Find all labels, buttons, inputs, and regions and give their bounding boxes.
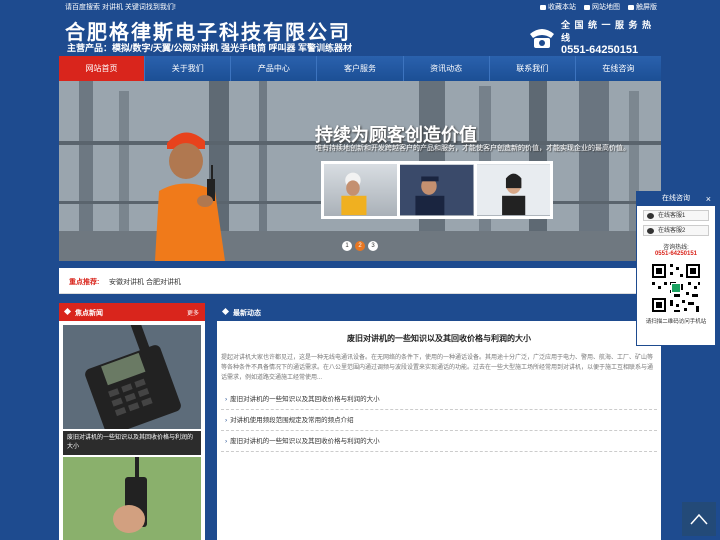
hero-banner[interactable]: 持续为顾客创造价值 唯有持续地创新和开发跨越客户的产品和服务，才能使客户创造新的… bbox=[59, 81, 661, 261]
site-header: 合肥格律斯电子科技有限公司 主营产品：模拟/数字/天翼/公网对讲机 强光手电筒 … bbox=[59, 12, 661, 68]
nav-products[interactable]: 产品中心 bbox=[231, 56, 318, 81]
nav-service[interactable]: 客户服务 bbox=[317, 56, 404, 81]
latest-news-header: 最新动态 bbox=[217, 303, 661, 321]
news-list: 废旧对讲机的一些知识以及其回收价格与利润的大小 对讲机使用频段范围规定及常用的频… bbox=[221, 389, 657, 452]
chat-scan-hint: 请扫描二维码访问手机站 bbox=[645, 319, 707, 325]
nav-about[interactable]: 关于我们 bbox=[145, 56, 232, 81]
banner-subtitle: 唯有持续地创新和开发跨越客户的产品和服务，才能使客户创造新的价值，才能实现企业的… bbox=[315, 145, 630, 152]
nav-contact[interactable]: 联系我们 bbox=[490, 56, 576, 81]
list-item[interactable]: 对讲机使用频段范围规定及常用的频点介绍 bbox=[221, 410, 657, 431]
top-links: 收藏本站 网站地图 触屏版 bbox=[540, 2, 657, 12]
hotline-phone: 0551-64250151 bbox=[561, 44, 639, 56]
chat-agent-1-label: 在线客服1 bbox=[658, 213, 686, 219]
banner-dot-1[interactable]: 1 bbox=[342, 241, 352, 251]
mobile-link[interactable]: 触屏版 bbox=[628, 2, 657, 12]
news-image-hand-radio[interactable] bbox=[63, 457, 201, 540]
banner-thumb-worker bbox=[324, 164, 398, 216]
online-consult-widget: 在线咨询 × 在线客服1 在线客服2 咨询热线: 0551-64250151 请… bbox=[636, 191, 716, 346]
banner-dot-2[interactable]: 2 bbox=[355, 241, 365, 251]
qr-code bbox=[650, 262, 702, 314]
chat-agent-1-button[interactable]: 在线客服1 bbox=[643, 210, 709, 221]
keyword-bar: 重点推荐: 安徽对讲机 合肥对讲机 bbox=[59, 268, 661, 294]
bullet-icon bbox=[63, 307, 72, 316]
qq-icon bbox=[647, 228, 654, 234]
worker-with-radio-image bbox=[155, 132, 225, 261]
nav-news[interactable]: 资讯动态 bbox=[404, 56, 490, 81]
chat-hotline-number: 0551-64250151 bbox=[654, 251, 698, 257]
bookmark-link[interactable]: 收藏本站 bbox=[540, 2, 576, 12]
article-summary: 提起对讲机大家也许都见过，这是一种无线电通讯设备。在无网络的条件下，使用的一种通… bbox=[221, 355, 654, 381]
chevron-up-icon bbox=[690, 513, 708, 525]
bookmark-icon bbox=[540, 4, 546, 10]
phone-icon bbox=[530, 29, 554, 48]
page-frame: 请百度搜索 对讲机 关键词找到我们! 收藏本站 网站地图 触屏版 合肥格律斯电子… bbox=[59, 0, 661, 540]
qq-icon bbox=[647, 213, 654, 219]
banner-thumb-businesswoman bbox=[476, 164, 550, 216]
news-image-radio[interactable] bbox=[63, 325, 201, 429]
chat-title: 在线咨询 bbox=[662, 195, 690, 202]
list-item[interactable]: 废旧对讲机的一些知识以及其回收价格与利润的大小 bbox=[221, 431, 657, 452]
chat-agent-2-button[interactable]: 在线客服2 bbox=[643, 225, 709, 236]
chat-header: 在线咨询 × bbox=[637, 192, 715, 206]
focus-news-panel: 焦点新闻 更多 废旧对讲机的一些知识以及其回收价格与利润的大小 bbox=[59, 303, 205, 540]
hotline-label: 全 国 统 一 服 务 热 线 bbox=[561, 20, 653, 43]
bullet-icon bbox=[221, 307, 230, 316]
keyword-links[interactable]: 安徽对讲机 合肥对讲机 bbox=[109, 277, 181, 287]
latest-news-panel: 最新动态 废旧对讲机的一些知识以及其回收价格与利润的大小 提起对讲机大家也许都见… bbox=[217, 303, 661, 540]
banner-dot-3[interactable]: 3 bbox=[368, 241, 378, 251]
close-icon[interactable]: × bbox=[706, 192, 711, 206]
back-to-top-button[interactable] bbox=[682, 502, 716, 536]
nav-home[interactable]: 网站首页 bbox=[59, 56, 146, 81]
search-hint: 请百度搜索 对讲机 关键词找到我们! bbox=[65, 4, 176, 11]
focus-news-header: 焦点新闻 更多 bbox=[59, 303, 205, 321]
banner-pager: 1 2 3 bbox=[342, 241, 378, 251]
banner-thumb-officer bbox=[400, 164, 474, 216]
sitemap-link[interactable]: 网站地图 bbox=[584, 2, 620, 12]
main-nav: 网站首页 关于我们 产品中心 客户服务 资讯动态 联系我们 在线咨询 bbox=[59, 56, 661, 81]
list-item[interactable]: 废旧对讲机的一些知识以及其回收价格与利润的大小 bbox=[221, 389, 657, 410]
latest-news-title: 最新动态 bbox=[233, 310, 261, 317]
mobile-icon bbox=[628, 4, 634, 10]
article-title[interactable]: 废旧对讲机的一些知识以及其回收价格与利润的大小 bbox=[217, 333, 661, 344]
focus-news-title: 焦点新闻 bbox=[75, 310, 103, 317]
more-link[interactable]: 更多 bbox=[187, 308, 199, 317]
chat-agent-2-label: 在线客服2 bbox=[658, 228, 686, 234]
chat-hotline-label: 咨询热线: bbox=[663, 245, 689, 251]
banner-thumbnails bbox=[321, 161, 553, 219]
keyword-label: 重点推荐: bbox=[69, 279, 100, 286]
main-products: 主营产品：模拟/数字/天翼/公网对讲机 强光手电筒 呼叫器 军警训练器材 bbox=[67, 43, 353, 53]
top-bar: 请百度搜索 对讲机 关键词找到我们! 收藏本站 网站地图 触屏版 bbox=[59, 0, 661, 12]
news-caption[interactable]: 废旧对讲机的一些知识以及其回收价格与利润的大小 bbox=[63, 431, 201, 455]
sitemap-icon bbox=[584, 4, 590, 10]
nav-consult[interactable]: 在线咨询 bbox=[576, 56, 661, 81]
